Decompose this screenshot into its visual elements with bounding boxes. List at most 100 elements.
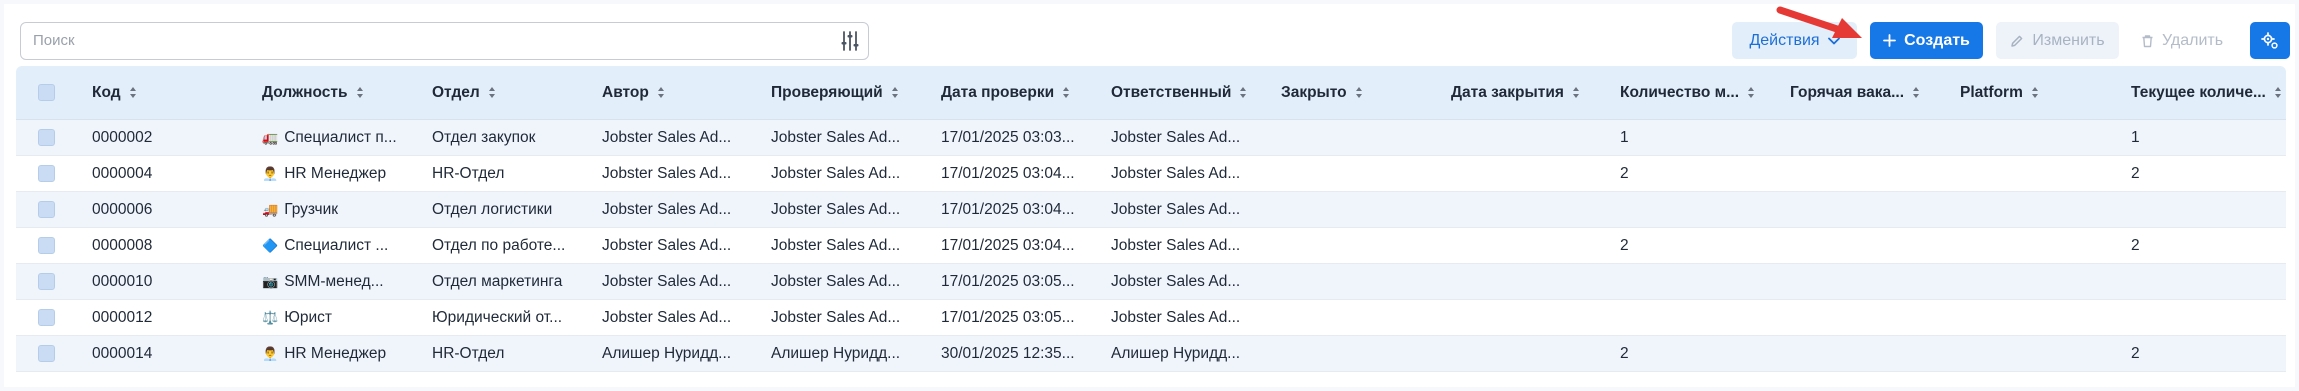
search-input[interactable] (21, 23, 821, 58)
select-all-checkbox[interactable] (38, 84, 55, 101)
cell-position: 👨‍💼 HR Менеджер (262, 156, 427, 191)
sort-icon[interactable] (356, 86, 364, 99)
cell-closed (1281, 336, 1446, 371)
cell-hot-vacancy (1790, 228, 1955, 263)
sort-icon[interactable] (2031, 86, 2039, 99)
column-header-reviewer[interactable]: Проверяющий (771, 66, 936, 119)
column-header-close-date[interactable]: Дата закрытия (1451, 66, 1616, 119)
cell-reviewer: Алишер Нуридд... (771, 336, 936, 371)
cell-text: Jobster Sales Ad... (1111, 272, 1241, 290)
column-header-department[interactable]: Отдел (432, 66, 597, 119)
sort-icon[interactable] (657, 86, 665, 99)
column-header-quantity[interactable]: Количество м... (1620, 66, 1785, 119)
column-header-review-date[interactable]: Дата проверки (941, 66, 1106, 119)
row-checkbox[interactable] (38, 129, 55, 146)
table-row[interactable]: 0000002 🚛 Специалист п... Отдел закупок Jobs… (16, 120, 2286, 156)
sort-icon[interactable] (129, 86, 137, 99)
sort-icon[interactable] (891, 86, 899, 99)
edit-button[interactable]: Изменить (1996, 22, 2119, 59)
cell-reviewer: Jobster Sales Ad... (771, 264, 936, 299)
cell-quantity: 2 (1620, 336, 1785, 371)
cell-text: 1 (1620, 128, 1629, 146)
table-row[interactable]: 0000004 👨‍💼 HR Менеджер HR-Отдел Jobster Sal… (16, 156, 2286, 192)
column-header-code[interactable]: Код (92, 66, 252, 119)
column-header-label: Дата проверки (941, 83, 1055, 101)
column-header-position[interactable]: Должность (262, 66, 427, 119)
cell-platform (1960, 228, 2125, 263)
cell-responsible: Jobster Sales Ad... (1111, 156, 1276, 191)
row-checkbox[interactable] (38, 309, 55, 326)
table-row[interactable]: 0000006 🚚 Грузчик Отдел логистики Jobster Sa… (16, 192, 2286, 228)
row-checkbox[interactable] (38, 237, 55, 254)
row-checkbox[interactable] (38, 201, 55, 218)
settings-button[interactable] (2250, 22, 2290, 59)
cell-review-date: 17/01/2025 03:03... (941, 120, 1106, 155)
actions-button[interactable]: Действия (1732, 22, 1857, 59)
sort-icon[interactable] (1062, 86, 1070, 99)
sort-icon[interactable] (2274, 86, 2282, 99)
cell-text: Jobster Sales Ad... (771, 164, 901, 182)
column-header-author[interactable]: Автор (602, 66, 767, 119)
cell-reviewer: Jobster Sales Ad... (771, 192, 936, 227)
sort-icon[interactable] (1912, 86, 1920, 99)
app-frame: Действия Создать Изменить Удалить (0, 0, 2299, 391)
column-header-hot-vacancy[interactable]: Горячая вака... (1790, 66, 1955, 119)
cell-closed (1281, 228, 1446, 263)
table-row[interactable]: 0000014 👨‍💼 HR Менеджер HR-Отдел Алишер Нури… (16, 336, 2286, 372)
cell-quantity (1620, 192, 1785, 227)
cell-text: Алишер Нуридд... (771, 344, 901, 362)
cell-text: HR-Отдел (432, 344, 505, 362)
cell-hot-vacancy (1790, 120, 1955, 155)
pencil-icon (2011, 35, 2023, 47)
table-row[interactable]: 0000008 🔷 Специалист ... Отдел по работе...… (16, 228, 2286, 264)
search-box[interactable] (20, 22, 869, 60)
column-header-platform[interactable]: Platform (1960, 66, 2125, 119)
row-checkbox[interactable] (38, 345, 55, 362)
position-emoji-icon: 🔷 (262, 237, 279, 253)
sort-icon[interactable] (1239, 86, 1247, 99)
cell-department: Отдел закупок (432, 120, 597, 155)
row-checkbox[interactable] (38, 273, 55, 290)
cell-responsible: Jobster Sales Ad... (1111, 192, 1276, 227)
cell-review-date: 17/01/2025 03:04... (941, 156, 1106, 191)
position-emoji-icon: 👨‍💼 (262, 165, 279, 181)
table-row[interactable]: 0000012 ⚖️ Юрист Юридический от... Jobster S… (16, 300, 2286, 336)
cell-reviewer: Jobster Sales Ad... (771, 228, 936, 263)
cell-hot-vacancy (1790, 336, 1955, 371)
sort-icon[interactable] (488, 86, 496, 99)
cell-department: Отдел по работе... (432, 228, 597, 263)
sliders-icon[interactable] (838, 29, 862, 53)
cell-code: 0000002 (92, 120, 252, 155)
cell-platform (1960, 336, 2125, 371)
column-header-responsible[interactable]: Ответственный (1111, 66, 1276, 119)
delete-button[interactable]: Удалить (2132, 22, 2232, 59)
cell-responsible: Jobster Sales Ad... (1111, 264, 1276, 299)
cell-closed (1281, 192, 1446, 227)
chevron-down-icon (1827, 37, 1840, 44)
plus-icon (1883, 34, 1896, 47)
column-header-closed[interactable]: Закрыто (1281, 66, 1446, 119)
cell-text: Специалист п... (284, 128, 397, 146)
position-emoji-icon: 📷 (262, 273, 279, 289)
cell-code: 0000006 (92, 192, 252, 227)
cell-text: 17/01/2025 03:04... (941, 164, 1075, 182)
create-button[interactable]: Создать (1870, 22, 1983, 59)
sort-icon[interactable] (1355, 86, 1363, 99)
cell-text: 0000014 (92, 344, 153, 362)
cell-text: 2 (2131, 344, 2140, 362)
data-table: Код Должность Отдел Автор Проверяющий Дата пр… (16, 66, 2286, 372)
cell-text: Jobster Sales Ad... (602, 236, 732, 254)
table-row[interactable]: 0000010 📷 SMM-менед... Отдел маркетинга Jobs… (16, 264, 2286, 300)
cell-text: Отдел по работе... (432, 236, 566, 254)
sort-icon[interactable] (1572, 86, 1580, 99)
gear-icon (2261, 31, 2278, 49)
sort-icon[interactable] (1747, 86, 1755, 99)
row-checkbox[interactable] (38, 165, 55, 182)
trash-icon (2142, 34, 2153, 47)
cell-platform (1960, 192, 2125, 227)
column-header-current-quantity[interactable]: Текущее количе... (2131, 66, 2286, 119)
create-label: Создать (1904, 31, 1970, 49)
cell-text: 2 (2131, 236, 2140, 254)
cell-author: Jobster Sales Ad... (602, 120, 767, 155)
cell-text: 17/01/2025 03:05... (941, 272, 1075, 290)
